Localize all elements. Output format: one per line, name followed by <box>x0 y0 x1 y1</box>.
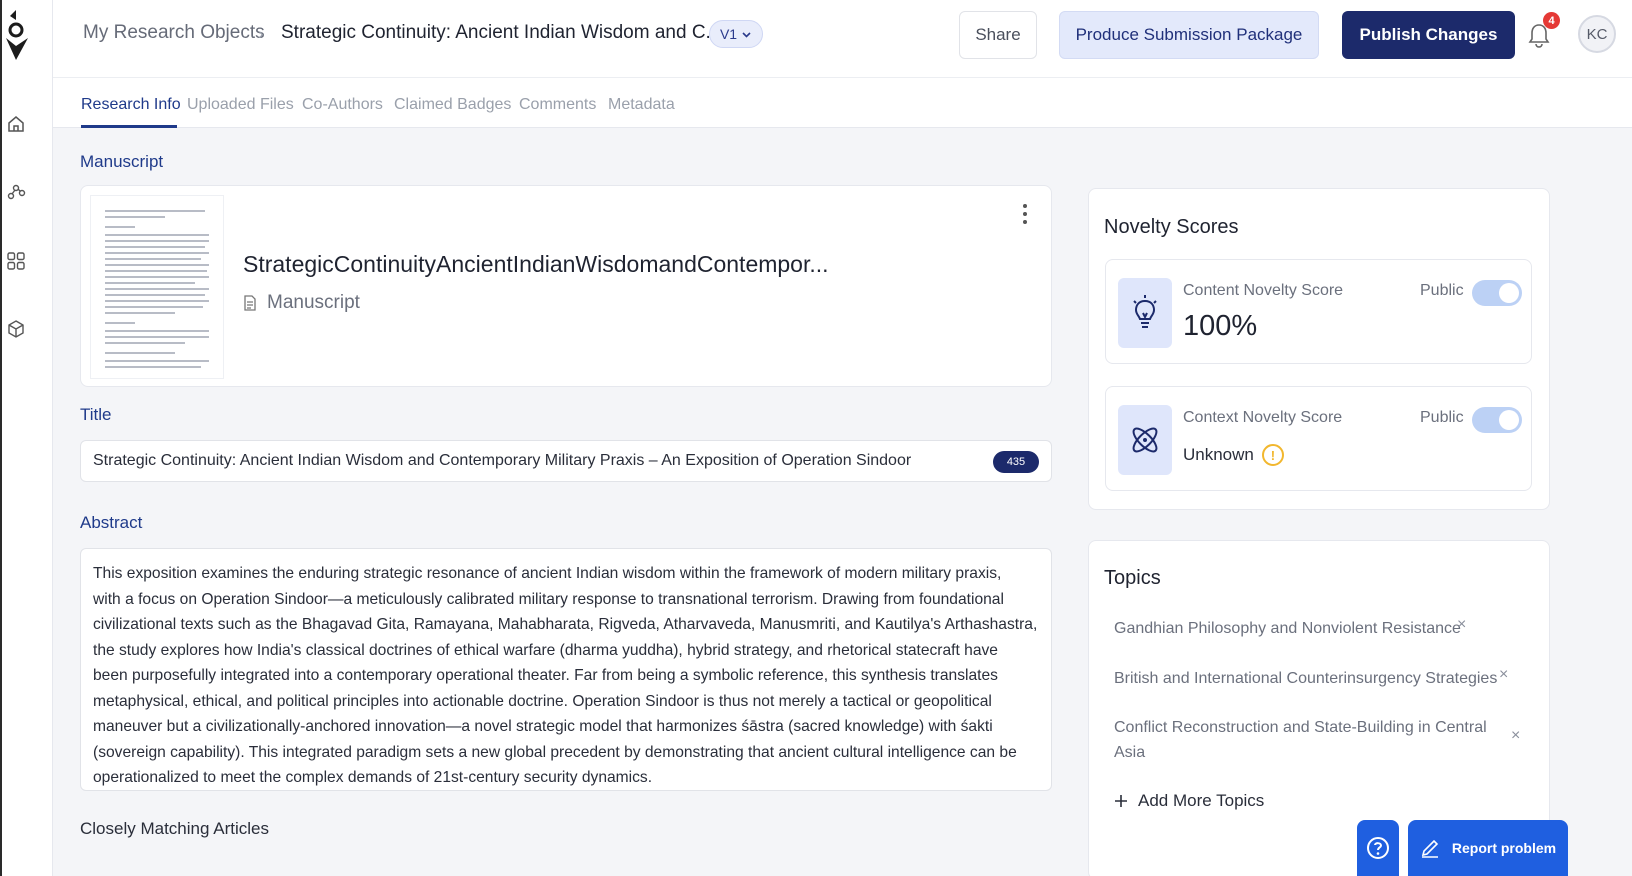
chevron-down-icon <box>742 31 751 38</box>
context-public-toggle[interactable] <box>1472 407 1522 433</box>
remove-topic-button[interactable]: × <box>1457 616 1466 634</box>
abstract-line: been purposefully integrated into a cont… <box>93 667 998 684</box>
content-public-toggle[interactable] <box>1472 280 1522 306</box>
report-problem-label: Report problem <box>1451 840 1557 856</box>
atom-icon <box>1118 405 1172 475</box>
abstract-line: (sovereign capability). This integrated … <box>93 743 1017 761</box>
closely-matching-articles-label: Closely Matching Articles <box>80 819 269 838</box>
char-count-badge: 435 <box>993 451 1039 473</box>
remove-topic-button[interactable]: × <box>1499 666 1508 684</box>
manuscript-thumbnail[interactable] <box>91 196 223 378</box>
tab-bar: Research Info Uploaded Files Co-Authors … <box>53 78 1632 128</box>
lightbulb-icon <box>1118 278 1172 348</box>
title-section-label: Title <box>80 405 112 424</box>
home-icon[interactable] <box>5 113 27 135</box>
remove-topic-button[interactable]: × <box>1511 727 1520 745</box>
context-public-label: Public <box>1420 409 1464 426</box>
tab-research-info[interactable]: Research Info <box>81 96 181 114</box>
top-bar: My Research Objects › Strategic Continui… <box>53 0 1632 78</box>
content-novelty-label: Content Novelty Score <box>1183 282 1344 299</box>
abstract-line: the study explores how India's classical… <box>93 641 998 659</box>
grid-icon[interactable] <box>5 250 27 272</box>
abstract-textarea[interactable]: This exposition examines the enduring st… <box>80 548 1052 791</box>
breadcrumb-current: Strategic Continuity: Ancient Indian Wis… <box>281 22 722 43</box>
manuscript-filename[interactable]: StrategicContinuityAncientIndianWisdoman… <box>243 251 829 278</box>
abstract-line: metaphysical, ethical, and political pri… <box>93 692 992 710</box>
title-input[interactable]: Strategic Continuity: Ancient Indian Wis… <box>80 440 1052 482</box>
manuscript-card[interactable]: StrategicContinuityAncientIndianWisdoman… <box>80 185 1052 387</box>
abstract-line: This exposition examines the enduring st… <box>93 565 1002 582</box>
topics-title: Topics <box>1104 567 1161 589</box>
cube-icon[interactable] <box>5 318 27 340</box>
notifications-button[interactable]: 4 <box>1527 12 1560 50</box>
plus-icon <box>1115 795 1127 807</box>
pencil-icon <box>1421 839 1439 858</box>
topic-item: British and International Counterinsurge… <box>1114 670 1498 687</box>
abstract-section-label: Abstract <box>80 513 143 532</box>
content-novelty-card: Content Novelty Score 100% Public <box>1105 259 1532 364</box>
manuscript-type: Manuscript <box>243 292 360 314</box>
manuscript-type-label: Manuscript <box>267 292 360 313</box>
abstract-line: civilizational texts such as the Bhagava… <box>93 616 1038 633</box>
warning-icon[interactable]: ! <box>1261 444 1284 466</box>
tab-co-authors[interactable]: Co-Authors <box>302 96 383 114</box>
content-public-label: Public <box>1420 282 1464 299</box>
tab-claimed-badges[interactable]: Claimed Badges <box>394 96 511 114</box>
context-novelty-card: Context Novelty Score Unknown ! Public <box>1105 386 1532 491</box>
publish-changes-button[interactable]: Publish Changes <box>1342 11 1515 59</box>
add-more-topics-button[interactable]: Add More Topics <box>1114 791 1264 811</box>
sidebar <box>0 0 53 876</box>
abstract-line: maneuver but a civilizationally-anchored… <box>93 718 993 735</box>
breadcrumb-root-link[interactable]: My Research Objects <box>83 22 265 44</box>
help-button[interactable] <box>1357 820 1399 876</box>
title-value: Strategic Continuity: Ancient Indian Wis… <box>93 452 912 469</box>
content-novelty-value: 100% <box>1183 310 1258 342</box>
active-tab-indicator <box>81 125 177 128</box>
version-dropdown[interactable]: V1 <box>709 20 763 48</box>
notification-count-badge: 4 <box>1543 12 1560 29</box>
document-icon <box>244 295 256 311</box>
share-button[interactable]: Share <box>959 11 1037 59</box>
context-novelty-label: Context Novelty Score <box>1183 409 1343 426</box>
report-problem-button[interactable]: Report problem <box>1408 820 1568 876</box>
abstract-line: with a focus on Operation Sindoor—a meti… <box>93 590 1004 608</box>
novelty-scores-title: Novelty Scores <box>1104 216 1239 238</box>
tab-metadata[interactable]: Metadata <box>608 96 675 114</box>
manuscript-section-label: Manuscript <box>80 152 164 171</box>
network-icon[interactable] <box>5 181 27 203</box>
abstract-line: operationalized to meet the complex dema… <box>93 769 653 786</box>
question-icon <box>1367 837 1389 859</box>
user-avatar[interactable]: KC <box>1578 15 1616 53</box>
breadcrumb-separator: › <box>258 24 264 43</box>
context-novelty-value: Unknown ! <box>1183 444 1284 466</box>
more-options-icon[interactable] <box>1019 202 1031 226</box>
topic-item: Conflict Reconstruction and State-Buildi… <box>1114 719 1487 761</box>
add-more-topics-label: Add More Topics <box>1138 791 1265 810</box>
version-label: V1 <box>719 26 738 42</box>
produce-submission-package-button[interactable]: Produce Submission Package <box>1059 11 1319 59</box>
app-logo-icon[interactable] <box>2 8 34 64</box>
tab-uploaded-files[interactable]: Uploaded Files <box>187 96 294 114</box>
context-novelty-value-text: Unknown <box>1183 445 1254 464</box>
tab-comments[interactable]: Comments <box>519 96 596 114</box>
